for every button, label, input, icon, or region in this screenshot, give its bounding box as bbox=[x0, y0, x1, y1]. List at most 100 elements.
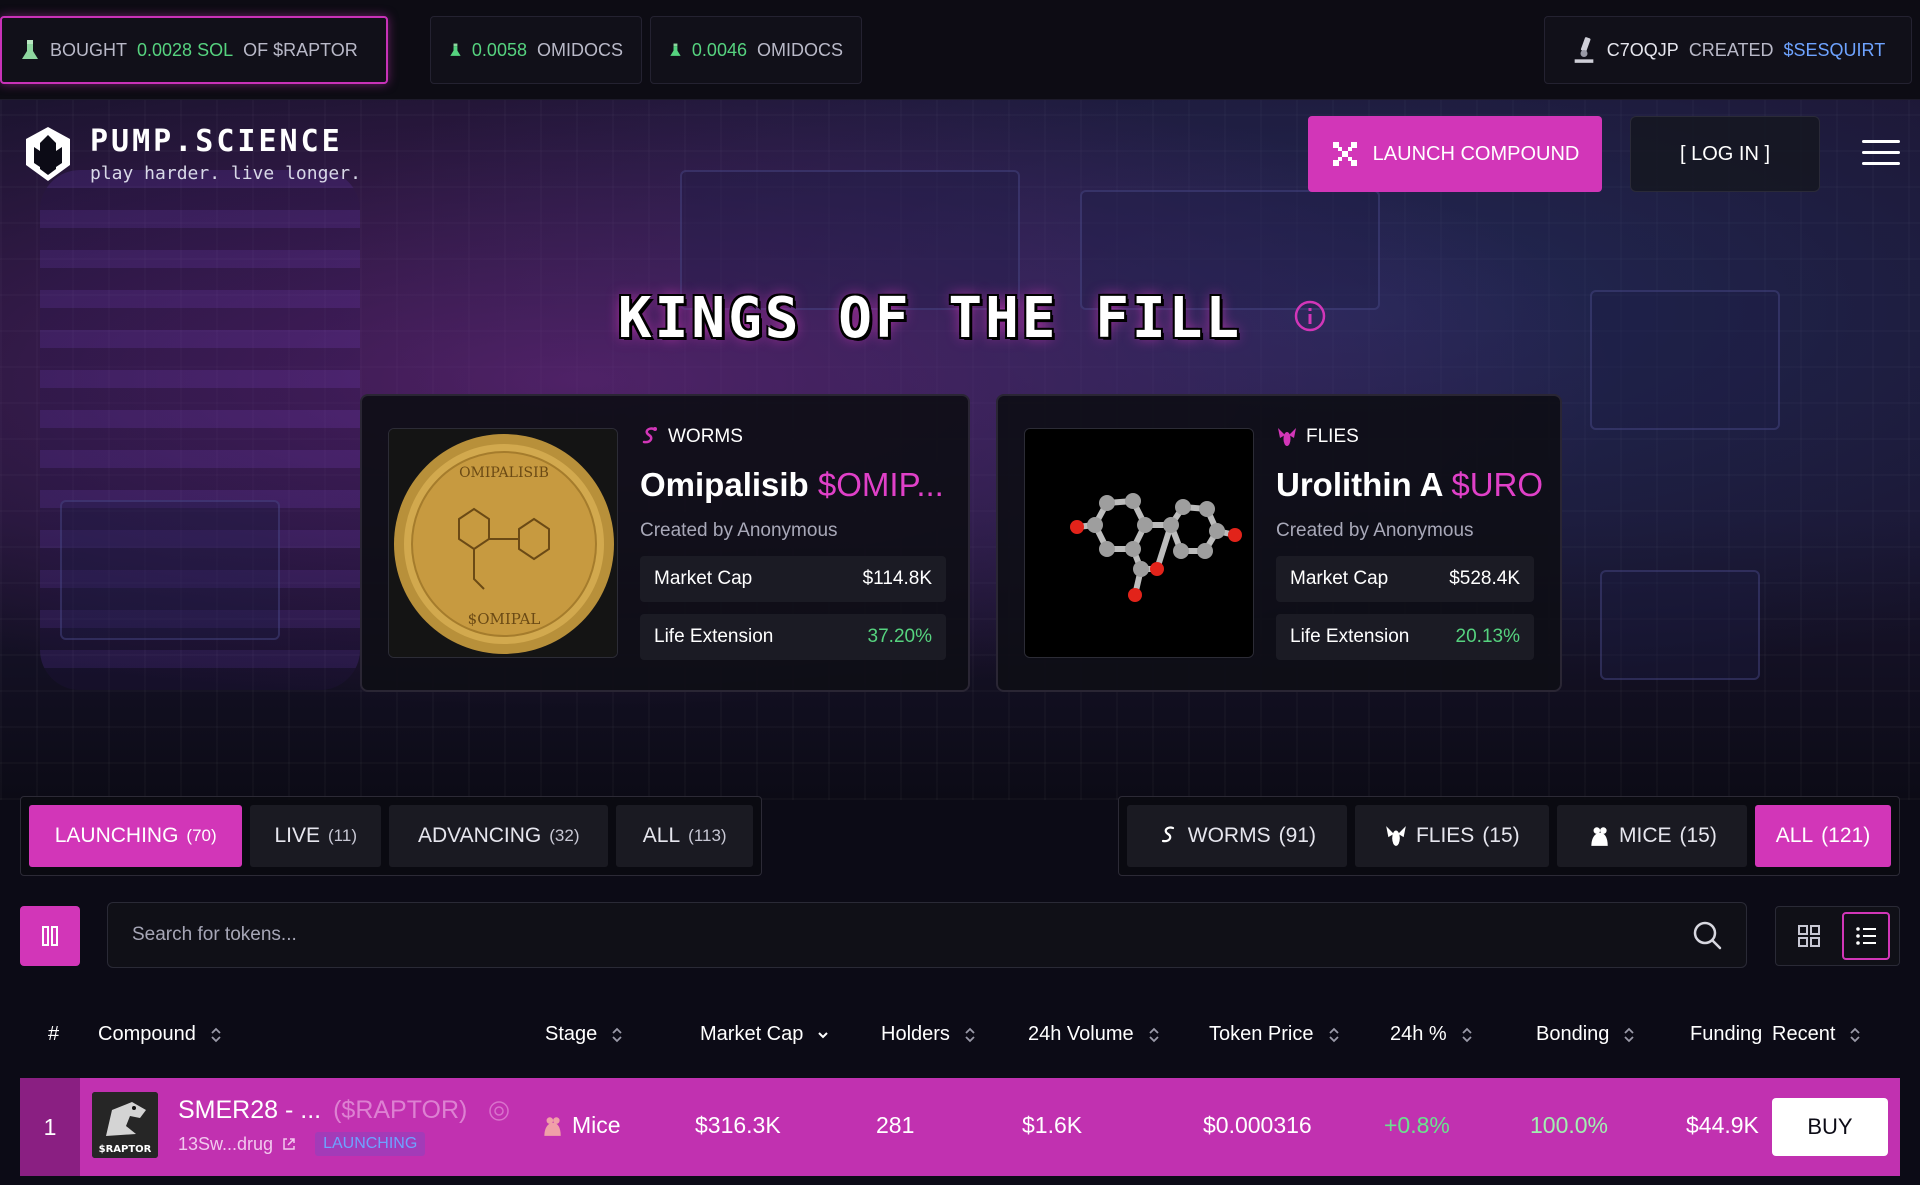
pause-icon bbox=[42, 926, 58, 946]
row-holders: 281 bbox=[876, 1112, 915, 1138]
flask-icon bbox=[670, 43, 681, 56]
mouse-icon bbox=[1591, 827, 1608, 846]
verified-icon bbox=[489, 1101, 510, 1122]
life-extension-label: Life Extension bbox=[654, 626, 774, 647]
login-button[interactable]: [ LOG IN ] bbox=[1630, 116, 1820, 192]
header-rank: # bbox=[48, 1023, 60, 1045]
table-row[interactable]: 1 $RAPTOR SMER28 - ... ($RAPTOR) 13Sw...d… bbox=[20, 1078, 1900, 1176]
header-recent[interactable]: Recent bbox=[1772, 1023, 1861, 1046]
header-change[interactable]: 24h % bbox=[1390, 1023, 1473, 1046]
grid-view-button[interactable] bbox=[1785, 912, 1833, 960]
sort-icon bbox=[965, 1027, 975, 1042]
header-market-cap[interactable]: Market Cap bbox=[700, 1023, 829, 1046]
market-cap-label: Market Cap bbox=[1290, 568, 1389, 589]
ticker-token: OMIDOCS bbox=[536, 39, 623, 60]
search-input[interactable] bbox=[132, 924, 1692, 946]
ticker-item[interactable]: 0.0058 OMIDOCS bbox=[430, 16, 642, 84]
header-volume[interactable]: 24h Volume bbox=[1028, 1023, 1160, 1046]
flask-icon bbox=[22, 40, 38, 59]
address-text: 13Sw...drug bbox=[178, 1133, 274, 1154]
search-icon[interactable] bbox=[1692, 920, 1722, 950]
tab-flies[interactable]: FLIES (15) bbox=[1354, 805, 1549, 867]
ticker-action: BOUGHT bbox=[50, 39, 128, 60]
row-rank: 1 bbox=[20, 1078, 80, 1176]
header-funding[interactable]: Funding bbox=[1690, 1023, 1762, 1046]
tab-all-stages[interactable]: ALL (113) bbox=[616, 805, 753, 867]
tab-mice[interactable]: MICE (15) bbox=[1556, 805, 1747, 867]
ticker-item-bought[interactable]: BOUGHT 0.0028 SOL OF $RAPTOR bbox=[0, 16, 388, 84]
life-extension-value: 37.20% bbox=[867, 626, 932, 647]
market-cap-label: Market Cap bbox=[654, 568, 753, 589]
sort-icon bbox=[1462, 1027, 1472, 1042]
tab-launching[interactable]: LAUNCHING (70) bbox=[29, 805, 243, 867]
header-holders[interactable]: Holders bbox=[881, 1023, 976, 1046]
site-logo[interactable]: PUMP.SCIENCE play harder. live longer. bbox=[24, 124, 361, 184]
row-change: +0.8% bbox=[1384, 1112, 1450, 1138]
coin-top-text: OMIPALISIB bbox=[459, 465, 549, 481]
row-volume: $1.6K bbox=[1022, 1112, 1083, 1138]
market-cap-value: $114.8K bbox=[862, 568, 932, 589]
buy-button[interactable]: BUY bbox=[1772, 1098, 1888, 1156]
tab-all-species[interactable]: ALL (121) bbox=[1755, 805, 1891, 867]
king-card[interactable]: OMIPALISIB $OMIPAL WORMS Omipalisib $OMI… bbox=[360, 394, 970, 692]
external-link-icon[interactable] bbox=[281, 1136, 297, 1152]
tab-worms[interactable]: WORMS (91) bbox=[1127, 805, 1347, 867]
compound-thumbnail: $RAPTOR bbox=[92, 1092, 158, 1158]
category-label: WORMS bbox=[668, 426, 743, 447]
king-category: WORMS bbox=[640, 426, 743, 448]
worm-icon bbox=[642, 427, 657, 444]
row-funding: $44.9K bbox=[1686, 1112, 1759, 1138]
mouse-icon bbox=[544, 1116, 561, 1136]
background-circuit bbox=[1600, 570, 1760, 680]
info-icon[interactable] bbox=[1294, 300, 1326, 332]
header-price[interactable]: Token Price bbox=[1209, 1023, 1340, 1046]
launch-compound-label: LAUNCH COMPOUND bbox=[1372, 142, 1580, 165]
coin-image: OMIPALISIB $OMIPAL bbox=[388, 428, 618, 658]
background-circuit bbox=[1590, 290, 1780, 430]
life-extension-row: Life Extension 37.20% bbox=[640, 614, 946, 660]
compound-ticker: $URO bbox=[1451, 466, 1544, 503]
row-market-cap: $316.3K bbox=[695, 1112, 781, 1138]
kings-title: KINGS OF THE FILL bbox=[617, 286, 1243, 351]
launch-compound-button[interactable]: LAUNCH COMPOUND bbox=[1308, 116, 1602, 192]
logo-title: PUMP.SCIENCE bbox=[90, 124, 343, 159]
coin-bottom-text: $OMIPAL bbox=[468, 610, 541, 628]
activity-ticker: BOUGHT 0.0028 SOL OF $RAPTOR 0.0058 OMID… bbox=[0, 0, 1920, 100]
ticker-action: CREATED bbox=[1688, 39, 1774, 60]
life-extension-label: Life Extension bbox=[1290, 626, 1410, 647]
compound-name: SMER28 - ... ($RAPTOR) bbox=[178, 1096, 510, 1125]
species-tabs: WORMS (91) FLIES (15) MICE (15) ALL (121) bbox=[1118, 796, 1900, 876]
ticker-item[interactable]: 0.0046 OMIDOCS bbox=[650, 16, 862, 84]
sort-icon bbox=[1624, 1027, 1635, 1042]
pause-button[interactable] bbox=[20, 906, 80, 966]
search-bar bbox=[107, 902, 1747, 968]
ticker-token: OMIDOCS bbox=[756, 39, 843, 60]
status-badge: LAUNCHING bbox=[315, 1132, 426, 1156]
king-card[interactable]: FLIES Urolithin A $URO Created by Anonym… bbox=[996, 394, 1562, 692]
fly-icon bbox=[1278, 428, 1296, 446]
category-label: FLIES bbox=[1306, 426, 1359, 447]
creator-name: Anonymous bbox=[737, 520, 838, 541]
ticker-item-created[interactable]: C7OQJP CREATED $SESQUIRT bbox=[1544, 16, 1912, 84]
market-cap-row: Market Cap $528.4K bbox=[1276, 556, 1534, 602]
ticker-amount: 0.0046 bbox=[691, 39, 747, 60]
list-view-button[interactable] bbox=[1842, 912, 1890, 960]
compound-name: Omipalisib $OMIP... bbox=[640, 466, 944, 503]
menu-icon[interactable] bbox=[1862, 140, 1900, 168]
grid-icon bbox=[1798, 925, 1820, 947]
sort-icon bbox=[1328, 1027, 1339, 1042]
worm-icon bbox=[1161, 826, 1174, 843]
tab-advancing[interactable]: ADVANCING (32) bbox=[389, 805, 609, 867]
molecule-icon bbox=[1332, 142, 1357, 166]
row-bonding: 100.0% bbox=[1530, 1112, 1609, 1138]
ticker-suffix: OF $RAPTOR bbox=[243, 39, 358, 60]
header-compound[interactable]: Compound bbox=[98, 1023, 222, 1046]
market-cap-row: Market Cap $114.8K bbox=[640, 556, 946, 602]
row-price: $0.000316 bbox=[1203, 1112, 1312, 1138]
microscope-icon bbox=[1574, 37, 1594, 63]
list-icon bbox=[1856, 927, 1876, 945]
chevron-down-icon bbox=[818, 1031, 829, 1038]
header-bonding[interactable]: Bonding bbox=[1536, 1023, 1635, 1046]
header-stage[interactable]: Stage bbox=[545, 1023, 623, 1046]
tab-live[interactable]: LIVE (11) bbox=[250, 805, 382, 867]
